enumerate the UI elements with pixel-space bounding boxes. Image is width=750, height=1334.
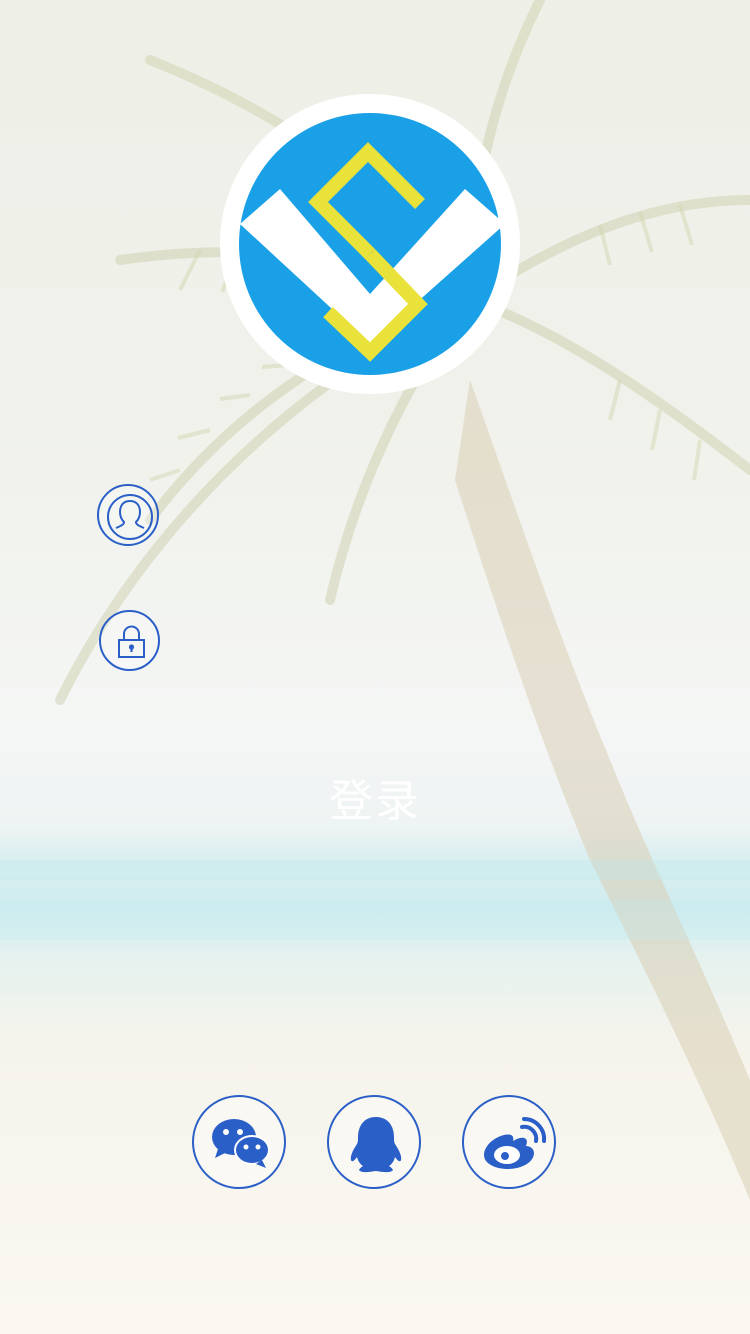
weibo-icon [484, 1116, 547, 1169]
qq-icon [350, 1117, 402, 1173]
app-logo [220, 94, 520, 394]
password-input[interactable] [185, 617, 655, 663]
lock-icon [99, 610, 160, 671]
login-button[interactable]: 登录 [200, 752, 550, 842]
user-icon [97, 484, 159, 546]
weibo-login-button[interactable] [462, 1095, 556, 1189]
login-screen: 登录 [0, 0, 750, 1334]
wechat-login-button[interactable] [192, 1095, 286, 1189]
username-input[interactable] [185, 492, 655, 538]
wechat-icon [212, 1119, 270, 1168]
qq-login-button[interactable] [327, 1095, 421, 1189]
